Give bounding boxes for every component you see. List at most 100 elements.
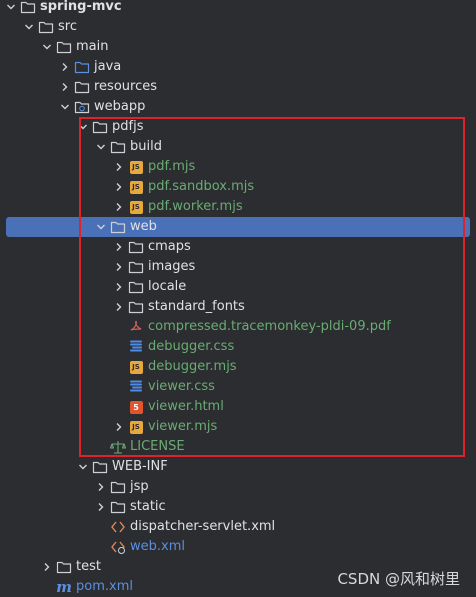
chevron-right-icon[interactable] — [112, 197, 126, 217]
chevron-right-icon[interactable] — [112, 417, 126, 437]
folder-icon — [128, 279, 144, 295]
tree-row[interactable]: web.xml — [0, 537, 476, 557]
tree-row-label: pdf.sandbox.mjs — [148, 179, 255, 194]
tree-row-label: pdf.worker.mjs — [148, 199, 243, 214]
javascript-file-icon: JS — [128, 199, 144, 215]
chevron-right-icon[interactable] — [94, 497, 108, 517]
tree-row[interactable]: JS pdf.worker.mjs — [0, 197, 476, 217]
tree-row-label: web.xml — [130, 539, 185, 554]
tree-row-label: pdfjs — [112, 119, 144, 134]
tree-row-label: viewer.css — [148, 379, 215, 394]
tree-row-label: images — [148, 259, 196, 274]
chevron-right-icon[interactable] — [112, 177, 126, 197]
xml-file-icon — [110, 519, 126, 535]
tree-row-label: LICENSE — [130, 439, 185, 454]
tree-row[interactable]: LICENSE — [0, 437, 476, 457]
tree-row[interactable]: JS pdf.sandbox.mjs — [0, 177, 476, 197]
chevron-right-icon[interactable] — [112, 237, 126, 257]
chevron-right-icon[interactable] — [40, 557, 54, 577]
resources-folder-icon — [74, 79, 90, 95]
chevron-down-icon[interactable] — [22, 17, 36, 37]
tree-row[interactable]: static — [0, 497, 476, 517]
tree-row-label: WEB-INF — [112, 459, 168, 474]
tree-row[interactable]: JS pdf.mjs — [0, 157, 476, 177]
tree-row[interactable]: jsp — [0, 477, 476, 497]
chevron-right-icon[interactable] — [58, 77, 72, 97]
folder-icon — [92, 119, 108, 135]
chevron-down-icon[interactable] — [94, 217, 108, 237]
chevron-right-icon[interactable] — [112, 157, 126, 177]
web-xml-file-icon — [110, 539, 126, 555]
chevron-down-icon[interactable] — [76, 457, 90, 477]
chevron-down-icon[interactable] — [40, 37, 54, 57]
folder-icon — [38, 19, 54, 35]
tree-row-label: pom.xml — [76, 579, 133, 594]
tree-row-label: cmaps — [148, 239, 191, 254]
css-file-icon — [128, 339, 144, 355]
tree-row[interactable]: standard_fonts — [0, 297, 476, 317]
tree-row[interactable]: src — [0, 17, 476, 37]
tree-row[interactable]: resources — [0, 77, 476, 97]
maven-icon: m — [56, 578, 72, 596]
tree-row-label: debugger.mjs — [148, 359, 237, 374]
tree-row-label: locale — [148, 279, 187, 294]
folder-icon — [110, 479, 126, 495]
chevron-down-icon[interactable] — [94, 137, 108, 157]
tree-row[interactable]: dispatcher-servlet.xml — [0, 517, 476, 537]
javascript-file-icon: JS — [128, 419, 144, 435]
chevron-down-icon[interactable] — [76, 117, 90, 137]
folder-icon — [56, 39, 72, 55]
tree-row-label: resources — [94, 79, 158, 94]
tree-row[interactable]: viewer.css — [0, 377, 476, 397]
tree-row-label: debugger.css — [148, 339, 235, 354]
tree-row[interactable]: compressed.tracemonkey-pldi-09.pdf — [0, 317, 476, 337]
folder-icon — [110, 499, 126, 515]
tree-row[interactable]: JS viewer.mjs — [0, 417, 476, 437]
tree-row[interactable]: locale — [0, 277, 476, 297]
tree-row-label: build — [130, 139, 162, 154]
tree-row[interactable]: images — [0, 257, 476, 277]
tree-row-label: jsp — [130, 479, 149, 494]
tree-row[interactable]: java — [0, 57, 476, 77]
folder-icon — [128, 239, 144, 255]
tree-row-label: viewer.mjs — [148, 419, 218, 434]
tree-row-label: compressed.tracemonkey-pldi-09.pdf — [148, 319, 391, 334]
css-file-icon — [128, 379, 144, 395]
tree-row-label: spring-mvc — [40, 0, 122, 14]
chevron-right-icon[interactable] — [112, 277, 126, 297]
web-folder-icon — [74, 99, 90, 115]
tree-row[interactable]: main — [0, 37, 476, 57]
chevron-right-icon[interactable] — [58, 57, 72, 77]
tree-row[interactable]: build — [0, 137, 476, 157]
source-folder-icon — [74, 59, 90, 75]
tree-row[interactable]: cmaps — [0, 237, 476, 257]
javascript-file-icon: JS — [128, 359, 144, 375]
folder-icon — [128, 299, 144, 315]
chevron-down-icon[interactable] — [58, 97, 72, 117]
tree-row-label: dispatcher-servlet.xml — [130, 519, 276, 534]
folder-icon — [20, 0, 36, 15]
folder-icon — [56, 559, 72, 575]
folder-icon — [110, 219, 126, 235]
tree-row-label: main — [76, 39, 109, 54]
tree-row[interactable]: pdfjs — [0, 117, 476, 137]
tree-row[interactable]: spring-mvc — [0, 0, 476, 17]
chevron-right-icon[interactable] — [112, 257, 126, 277]
javascript-file-icon: JS — [128, 179, 144, 195]
tree-row-label: java — [94, 59, 122, 74]
chevron-right-icon[interactable] — [112, 297, 126, 317]
folder-icon — [110, 139, 126, 155]
tree-row[interactable]: webapp — [0, 97, 476, 117]
tree-row[interactable]: web — [6, 217, 470, 237]
tree-row[interactable]: debugger.css — [0, 337, 476, 357]
tree-row[interactable]: WEB-INF — [0, 457, 476, 477]
tree-row[interactable]: 5 viewer.html — [0, 397, 476, 417]
tree-row-label: pdf.mjs — [148, 159, 196, 174]
chevron-down-icon[interactable] — [4, 0, 18, 17]
javascript-file-icon: JS — [128, 159, 144, 175]
folder-icon — [92, 459, 108, 475]
tree-row-label: static — [130, 499, 166, 514]
tree-row-label: viewer.html — [148, 399, 224, 414]
chevron-right-icon[interactable] — [94, 477, 108, 497]
tree-row[interactable]: JS debugger.mjs — [0, 357, 476, 377]
